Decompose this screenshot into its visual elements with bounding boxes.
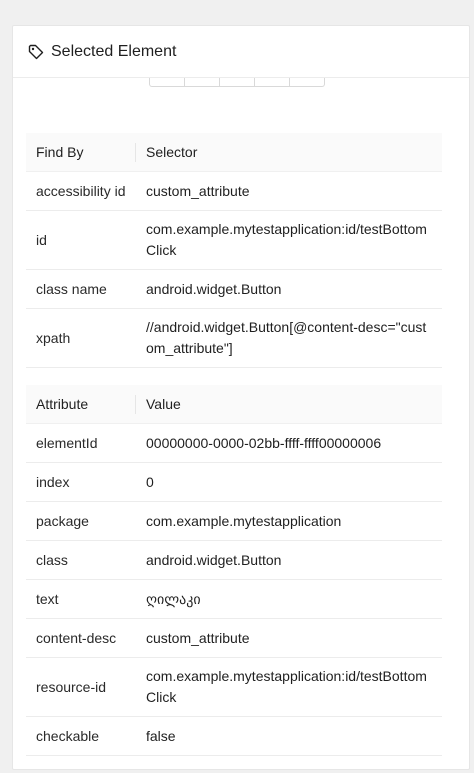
action-button[interactable] (290, 78, 324, 86)
attribute-key: checkable (26, 716, 136, 756)
action-button[interactable] (220, 78, 255, 86)
find-by-key: xpath (26, 308, 136, 368)
find-by-key: class name (26, 269, 136, 309)
attribute-value[interactable]: android.widget.Button (136, 540, 442, 580)
action-button[interactable] (150, 78, 185, 86)
table-row[interactable]: id com.example.mytestapplication:id/test… (26, 210, 442, 270)
selector-value[interactable]: android.widget.Button (136, 269, 442, 309)
table-row[interactable]: content-desc custom_attribute (26, 618, 442, 658)
attribute-key: package (26, 501, 136, 541)
column-header-selector: Selector (136, 133, 442, 172)
table-row[interactable]: index 0 (26, 462, 442, 502)
attribute-key: checked (26, 755, 136, 769)
selector-value[interactable]: com.example.mytestapplication:id/testBot… (136, 210, 442, 270)
attribute-value[interactable]: false (136, 716, 442, 756)
attribute-value[interactable]: com.example.mytestapplication (136, 501, 442, 541)
attribute-value[interactable]: 00000000-0000-02bb-ffff-ffff00000006 (136, 423, 442, 463)
attribute-key: resource-id (26, 657, 136, 717)
table-row[interactable]: package com.example.mytestapplication (26, 501, 442, 541)
table-row[interactable]: text ღილაკი (26, 579, 442, 619)
attribute-value[interactable]: 0 (136, 462, 442, 502)
selector-value[interactable]: //android.widget.Button[@content-desc="c… (136, 308, 442, 368)
action-button[interactable] (255, 78, 290, 86)
table-row[interactable]: checked false (26, 755, 442, 769)
attribute-key: elementId (26, 423, 136, 463)
attributes-table: Attribute Value elementId 00000000-0000-… (26, 385, 442, 769)
panel-header: Selected Element (13, 26, 469, 78)
attribute-key: class (26, 540, 136, 580)
attribute-value[interactable]: ღილაკი (136, 579, 442, 619)
action-button-group[interactable] (149, 78, 325, 87)
attribute-value[interactable]: com.example.mytestapplication:id/testBot… (136, 657, 442, 717)
selector-value[interactable]: custom_attribute (136, 171, 442, 211)
attribute-key: index (26, 462, 136, 502)
table-row[interactable]: class android.widget.Button (26, 540, 442, 580)
column-header-value: Value (136, 385, 442, 424)
table-row[interactable]: resource-id com.example.mytestapplicatio… (26, 657, 442, 717)
panel-title: Selected Element (51, 42, 177, 60)
column-header-attribute: Attribute (26, 385, 136, 424)
selected-element-panel: Selected Element Find By Selector access… (12, 25, 470, 770)
find-by-key: id (26, 210, 136, 270)
attribute-value[interactable]: custom_attribute (136, 618, 442, 658)
table-row[interactable]: accessibility id custom_attribute (26, 171, 442, 211)
attribute-value[interactable]: false (136, 755, 442, 769)
attribute-key: text (26, 579, 136, 619)
table-row[interactable]: elementId 00000000-0000-02bb-ffff-ffff00… (26, 423, 442, 463)
tag-icon (27, 43, 45, 61)
table-row[interactable]: class name android.widget.Button (26, 269, 442, 309)
find-by-key: accessibility id (26, 171, 136, 211)
table-row[interactable]: checkable false (26, 716, 442, 756)
attribute-key: content-desc (26, 618, 136, 658)
column-header-find-by: Find By (26, 133, 136, 172)
find-by-table: Find By Selector accessibility id custom… (26, 133, 442, 368)
action-button[interactable] (185, 78, 220, 86)
table-row[interactable]: xpath //android.widget.Button[@content-d… (26, 308, 442, 368)
